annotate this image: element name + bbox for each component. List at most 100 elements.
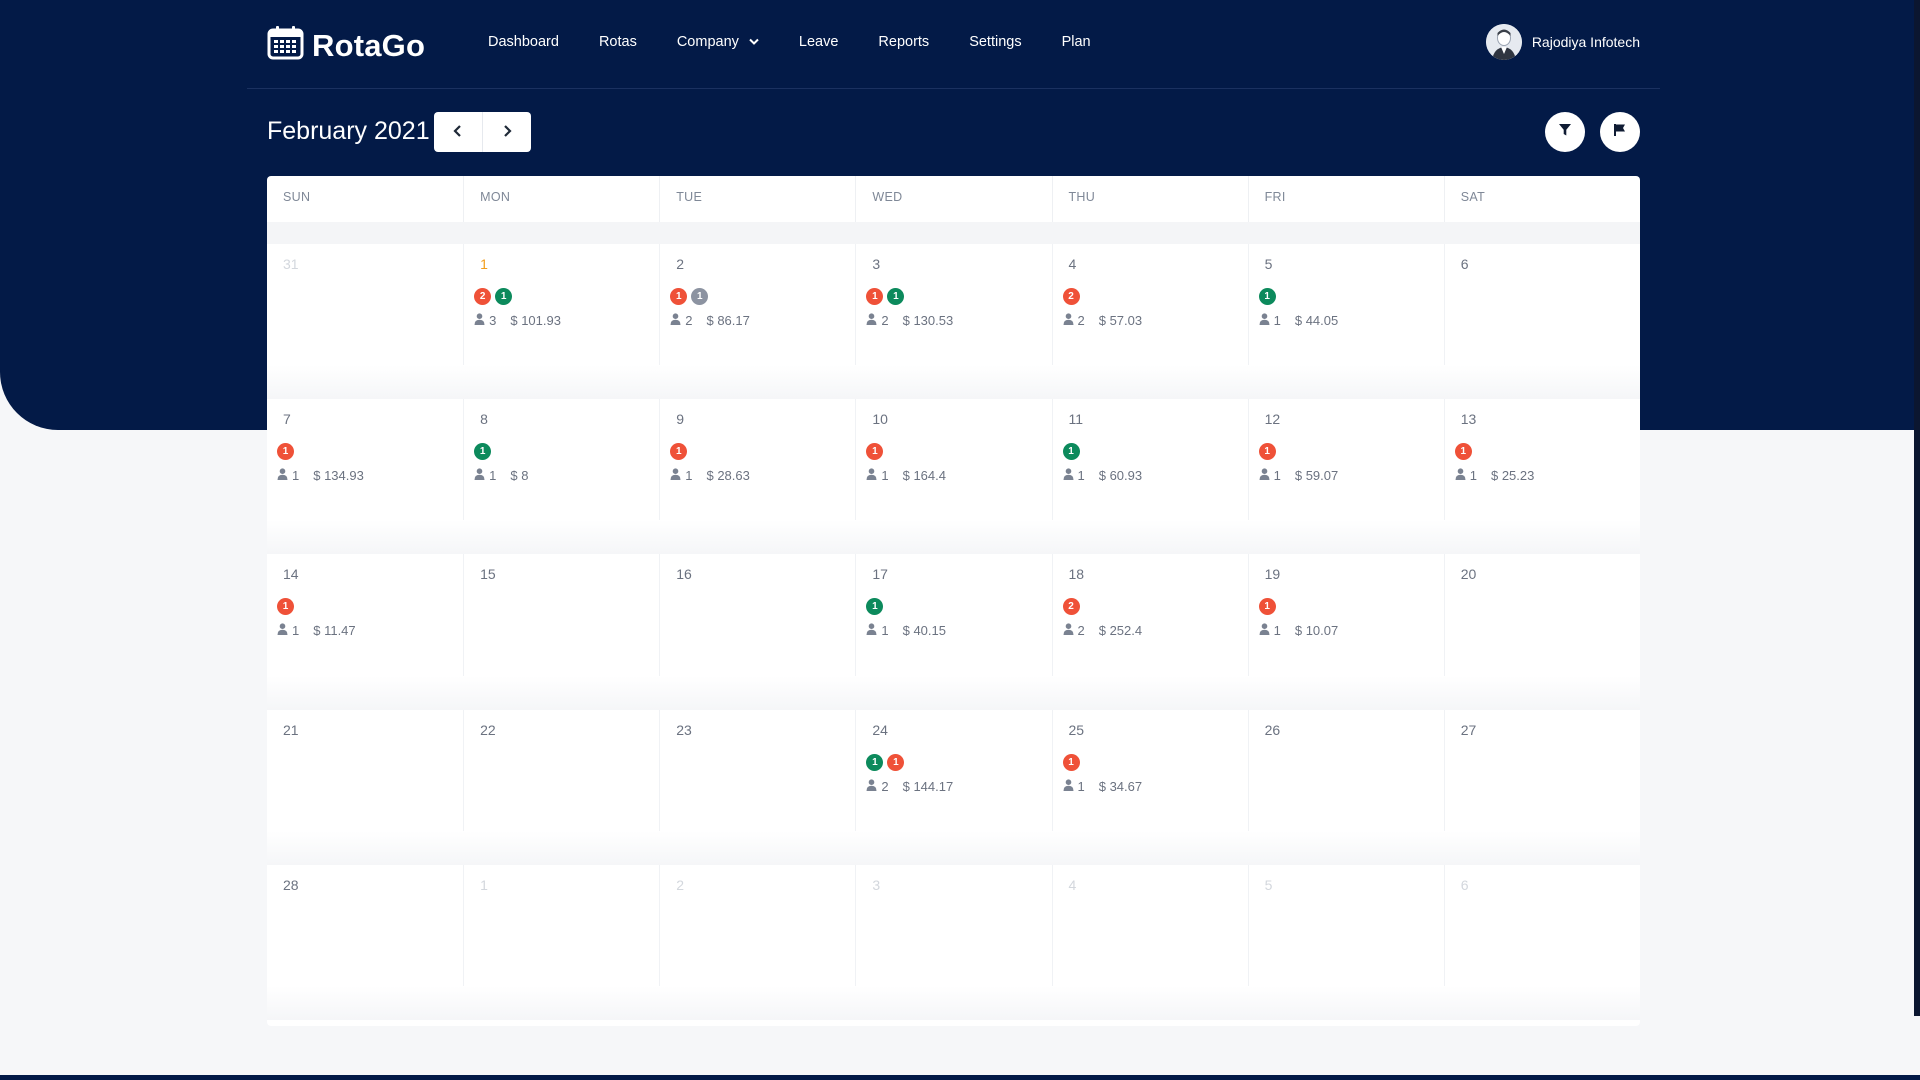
day-stats: 2 $ 86.17: [670, 313, 750, 328]
shift-count-badge[interactable]: 1: [1258, 288, 1276, 305]
nav-plan[interactable]: Plan: [1062, 34, 1091, 50]
shift-count-badge[interactable]: 1: [866, 753, 884, 771]
day-stats: 2 $ 144.17: [866, 779, 953, 794]
shift-count-badge[interactable]: 1: [670, 443, 688, 461]
calendar-day[interactable]: 19 1 1 $ 10.07: [1247, 554, 1444, 710]
employee-count: 3: [474, 313, 496, 328]
day-stats: 1 $ 134.93: [277, 468, 364, 483]
cost-amount: $ 59.07: [1294, 468, 1339, 484]
nav-company[interactable]: Company: [677, 34, 759, 50]
calendar-day[interactable]: 3: [855, 864, 1051, 1020]
shift-count-badge[interactable]: 1: [1062, 753, 1080, 771]
shift-count-badge[interactable]: 1: [887, 753, 905, 771]
shift-badges: 1: [670, 443, 688, 461]
filter-button[interactable]: [1545, 112, 1585, 152]
cost-amount: $ 86.17: [706, 313, 750, 328]
shift-count-badge[interactable]: 1: [866, 443, 884, 461]
employee-count: 2: [1063, 313, 1085, 328]
month-calendar: SUN MON TUE WED THU FRI SAT 31 1 2 1 3 $ 101.93 2 1 1 2…: [267, 176, 1640, 1026]
calendar-day[interactable]: 6: [1443, 864, 1640, 1020]
nav-settings-label: Settings: [969, 34, 1022, 50]
shift-badges: 1: [1258, 288, 1276, 305]
employee-count: 1: [1259, 313, 1281, 328]
calendar-day[interactable]: 11 1 1 $ 60.93: [1051, 399, 1248, 555]
calendar-day[interactable]: 28: [267, 865, 463, 1020]
shift-count-badge[interactable]: 1: [866, 598, 884, 616]
shift-count-badge[interactable]: 1: [1258, 598, 1276, 616]
shift-badges: 11: [866, 753, 905, 771]
calendar-day[interactable]: 20: [1443, 554, 1640, 710]
employee-count-value: 2: [881, 313, 889, 328]
day-stats: 2 $ 130.53: [866, 313, 953, 328]
shift-badges: 1: [1258, 443, 1276, 461]
shift-count-badge[interactable]: 1: [1062, 443, 1080, 461]
shift-count-badge[interactable]: 1: [277, 598, 294, 616]
shift-count-badge[interactable]: 1: [887, 288, 905, 305]
scrollbar[interactable]: [1914, 0, 1920, 1016]
calendar-day[interactable]: 6: [1443, 244, 1640, 400]
shift-count-badge[interactable]: 2: [474, 288, 492, 305]
shift-count-badge[interactable]: 1: [691, 288, 709, 305]
calendar-day[interactable]: 12 1 1 $ 59.07: [1247, 399, 1444, 555]
shift-count-badge[interactable]: 1: [495, 288, 513, 305]
calendar-day[interactable]: 2 1 1 2 $ 86.17: [659, 244, 855, 400]
nav-dashboard[interactable]: Dashboard: [488, 34, 559, 50]
calendar-day[interactable]: 10 1 1 $ 164.4: [855, 399, 1051, 555]
nav-reports[interactable]: Reports: [878, 34, 929, 50]
calendar-day[interactable]: 15: [463, 554, 659, 710]
calendar-day[interactable]: 2: [659, 864, 855, 1020]
calendar-day[interactable]: 17 1 1 $ 40.15: [855, 554, 1051, 710]
calendar-day[interactable]: 26: [1247, 709, 1444, 865]
day-number: 10: [872, 411, 888, 428]
day-number: 20: [1460, 566, 1477, 583]
calendar-day[interactable]: 13 1 1 $ 25.23: [1443, 399, 1640, 555]
calendar-day[interactable]: 8 1 1 $ 8: [463, 399, 659, 555]
calendar-day[interactable]: 5: [1247, 864, 1444, 1020]
calendar-day[interactable]: 31: [267, 244, 463, 399]
nav-settings[interactable]: Settings: [969, 34, 1021, 50]
calendar-day[interactable]: 18 2 2 $ 252.4: [1051, 554, 1248, 710]
calendar-day[interactable]: 22: [463, 709, 659, 865]
calendar-day[interactable]: 1 2 1 3 $ 101.93: [463, 244, 659, 400]
calendar-day[interactable]: 25 1 1 $ 34.67: [1051, 709, 1248, 865]
shift-count-badge[interactable]: 2: [1062, 598, 1080, 616]
main-menu: Dashboard Rotas Company Leave Reports Setting…: [488, 34, 1091, 50]
brand-logo[interactable]: RotaGo: [267, 26, 425, 65]
cost-amount: $ 60.93: [1098, 468, 1143, 484]
shift-count-badge[interactable]: 1: [1454, 443, 1472, 461]
user-name: Rajodiya Infotech: [1531, 34, 1640, 50]
employee-count: 1: [1063, 468, 1085, 483]
shift-count-badge[interactable]: 1: [866, 288, 884, 305]
employee-count-value: 1: [292, 623, 300, 639]
shift-count-badge[interactable]: 1: [1258, 443, 1276, 461]
user-icon: [277, 468, 288, 483]
user-icon: [1259, 313, 1270, 328]
prev-month-button[interactable]: [434, 112, 483, 152]
shift-badges: 21: [474, 288, 513, 305]
shift-count-badge[interactable]: 2: [1062, 288, 1080, 305]
calendar-day[interactable]: 4: [1051, 864, 1248, 1020]
calendar-day[interactable]: 24 1 1 2 $ 144.17: [855, 709, 1051, 865]
calendar-day[interactable]: 4 2 2 $ 57.03: [1051, 244, 1248, 400]
calendar-day[interactable]: 3 1 1 2 $ 130.53: [855, 244, 1051, 400]
calendar-day[interactable]: 27: [1443, 709, 1640, 865]
calendar-day[interactable]: 16: [659, 554, 855, 710]
cost-amount: $ 8: [510, 468, 529, 484]
nav-rotas[interactable]: Rotas: [599, 34, 637, 50]
calendar-day[interactable]: 21: [267, 710, 463, 865]
user-menu[interactable]: Rajodiya Infotech: [1485, 24, 1640, 60]
calendar-day[interactable]: 7 1 1 $ 134.93: [267, 399, 463, 554]
nav-leave[interactable]: Leave: [799, 34, 839, 50]
flag-button[interactable]: [1600, 112, 1640, 152]
calendar-day[interactable]: 1: [463, 864, 659, 1020]
shift-count-badge[interactable]: 1: [277, 443, 294, 461]
calendar-day[interactable]: 14 1 1 $ 11.47: [267, 554, 463, 709]
calendar-day[interactable]: 9 1 1 $ 28.63: [659, 399, 855, 555]
shift-badges: 1: [1062, 753, 1080, 771]
calendar-day[interactable]: 23: [659, 709, 855, 865]
calendar-day[interactable]: 5 1 1 $ 44.05: [1247, 244, 1444, 400]
day-stats: 1 $ 34.67: [1063, 779, 1142, 794]
shift-count-badge[interactable]: 1: [670, 288, 688, 305]
shift-count-badge[interactable]: 1: [474, 443, 492, 461]
next-month-button[interactable]: [483, 112, 532, 152]
